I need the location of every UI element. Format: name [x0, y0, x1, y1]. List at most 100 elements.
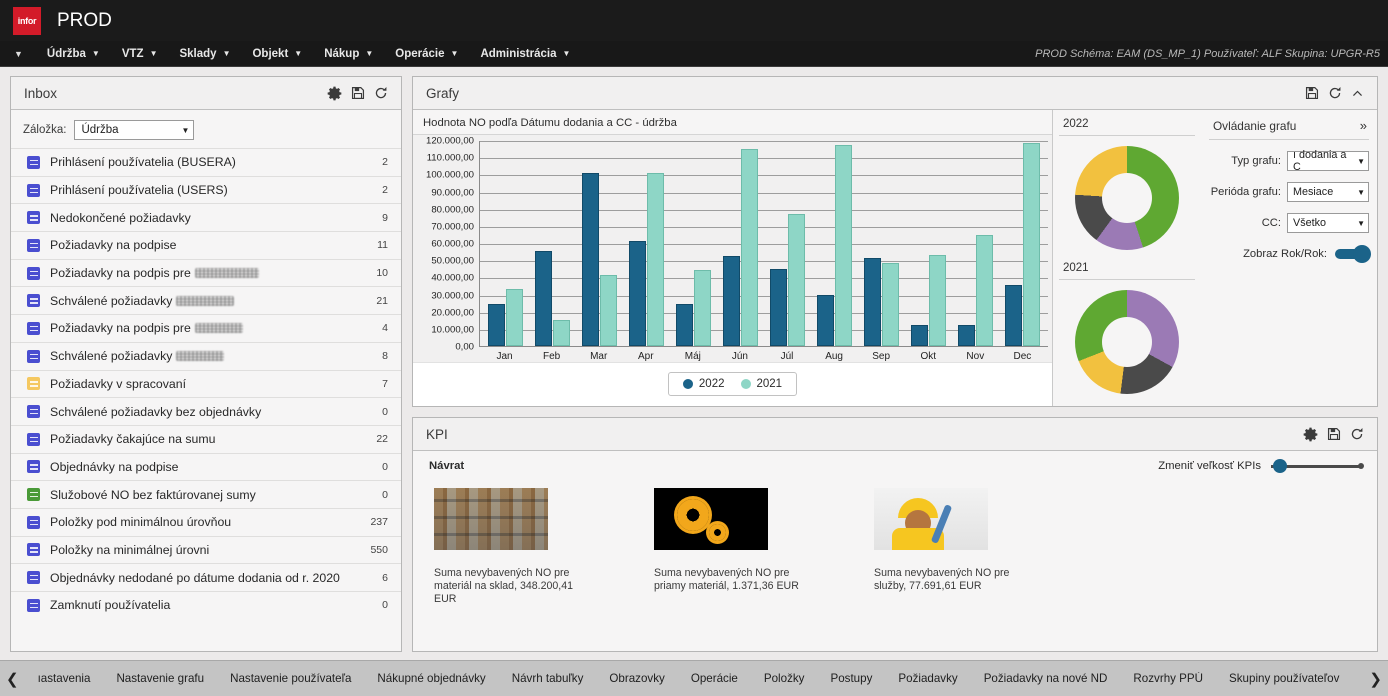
bar-2022-Nov[interactable]	[958, 325, 975, 346]
collapse-icon[interactable]	[1351, 87, 1364, 100]
taskbar-item[interactable]: Požiadavky na nové ND	[971, 672, 1121, 685]
taskbar-scroll-right-icon[interactable]: ❯	[1363, 670, 1388, 688]
kpi-tile[interactable]: Suma nevybavených NO pre priamy materiál…	[654, 488, 809, 606]
bar-2021-Sep[interactable]	[882, 263, 899, 346]
bar-2022-Feb[interactable]	[535, 251, 552, 346]
gear-icon[interactable]	[327, 86, 342, 101]
menu-item-nakup[interactable]: Nákup▼	[313, 41, 384, 66]
refresh-icon[interactable]	[374, 86, 388, 100]
taskbar-item[interactable]: Návrh tabuľky	[499, 672, 597, 685]
gear-icon[interactable]	[1303, 427, 1318, 442]
bar-2021-Apr[interactable]	[647, 173, 664, 346]
expand-right-icon[interactable]: »	[1360, 118, 1367, 133]
x-axis-tick-label: Júl	[763, 347, 810, 362]
bar-2021-Aug[interactable]	[835, 145, 852, 346]
chart-period-select[interactable]: Mesiace ▼	[1287, 182, 1369, 202]
inbox-row[interactable]: Schválené požiadavky bez objednávky0	[11, 397, 401, 425]
taskbar-item[interactable]: Požiadavky	[885, 672, 970, 685]
chart-legend: 2022 2021	[668, 372, 797, 396]
kpi-tile[interactable]: Suma nevybavených NO pre služby, 77.691,…	[874, 488, 1029, 606]
inbox-row[interactable]: Požiadavky v spracovaní7	[11, 370, 401, 398]
inbox-row[interactable]: Nedokončené požiadavky9	[11, 203, 401, 231]
inbox-row[interactable]: Schválené požiadavky8	[11, 342, 401, 370]
bar-2021-Júl[interactable]	[788, 214, 805, 346]
inbox-row-label: Požiadavky na podpise	[50, 238, 176, 252]
inbox-row[interactable]: Položky na minimálnej úrovni550	[11, 536, 401, 564]
bar-2021-Nov[interactable]	[976, 235, 993, 346]
bar-2022-Dec[interactable]	[1005, 285, 1022, 346]
bar-2021-Okt[interactable]	[929, 255, 946, 346]
bar-2022-Júl[interactable]	[770, 269, 787, 346]
kpi-navrat-link[interactable]: Návrat	[429, 460, 464, 472]
inbox-row[interactable]: Prihlásení používatelia (USERS)2	[11, 176, 401, 204]
gear-large-icon	[677, 499, 709, 531]
bar-2021-Jan[interactable]	[506, 289, 523, 346]
inbox-row[interactable]: Požiadavky na podpis pre4	[11, 314, 401, 342]
x-axis-tick-label: Máj	[669, 347, 716, 362]
refresh-icon[interactable]	[1350, 427, 1364, 441]
inbox-row[interactable]: Prihlásení používatelia (BUSERA)2	[11, 148, 401, 176]
bar-2022-Máj[interactable]	[676, 304, 693, 346]
bar-2022-Sep[interactable]	[864, 258, 881, 346]
taskbar-item[interactable]: Systémové kódy	[1352, 672, 1363, 685]
taskbar-item[interactable]: Obrazovky	[596, 672, 677, 685]
menu-item-objekt[interactable]: Objekt▼	[241, 41, 313, 66]
donut-chart-2022[interactable]	[1075, 146, 1179, 250]
taskbar-item[interactable]: Skupiny používateľov	[1216, 672, 1352, 685]
bar-2022-Apr[interactable]	[629, 241, 646, 346]
inbox-row[interactable]: Požiadavky na podpis pre10	[11, 259, 401, 287]
menu-item-label: Operácie	[395, 48, 444, 60]
bar-2022-Mar[interactable]	[582, 173, 599, 346]
taskbar-item[interactable]: Nastavenie používateľa	[217, 672, 364, 685]
y-axis-tick-label: 10.000,00	[431, 324, 474, 335]
inbox-row-count: 237	[370, 516, 388, 528]
taskbar-item[interactable]: Operácie	[678, 672, 751, 685]
taskbar-item[interactable]: Postupy	[817, 672, 885, 685]
inbox-filter-select[interactable]: Údržba ▼	[74, 120, 194, 140]
inbox-row[interactable]: Objednávky na podpise0	[11, 453, 401, 481]
inbox-row[interactable]: Zamknutí používatelia0	[11, 591, 401, 619]
save-icon[interactable]	[1305, 86, 1319, 100]
slider-knob[interactable]	[1273, 459, 1287, 473]
inbox-row[interactable]: Položky pod minimálnou úrovňou237	[11, 508, 401, 536]
taskbar-scroll-left-icon[interactable]: ❮	[0, 670, 25, 688]
bar-2021-Feb[interactable]	[553, 320, 570, 346]
chart-type-select[interactable]: ı dodania a C ▼	[1287, 151, 1369, 171]
taskbar-item[interactable]: Nastavenie grafu	[103, 672, 217, 685]
taskbar-item[interactable]: Rozvrhy PPÚ	[1120, 672, 1216, 685]
taskbar-item[interactable]: Položky	[751, 672, 818, 685]
save-icon[interactable]	[1327, 427, 1341, 441]
bar-2022-Jan[interactable]	[488, 304, 505, 346]
menu-item-udrzba[interactable]: Údržba▼	[36, 41, 111, 66]
year-over-year-toggle[interactable]	[1335, 249, 1369, 259]
kpi-tile[interactable]: Suma nevybavených NO pre materiál na skl…	[434, 488, 589, 606]
redacted-text	[195, 268, 259, 278]
menu-item-administracia[interactable]: Administrácia▼	[469, 41, 581, 66]
legend-item[interactable]: 2021	[741, 378, 783, 390]
donut-chart-2021[interactable]	[1075, 290, 1179, 394]
inbox-row[interactable]: Služobové NO bez faktúrovanej sumy0	[11, 480, 401, 508]
bar-2022-Okt[interactable]	[911, 325, 928, 346]
bar-2021-Jún[interactable]	[741, 149, 758, 346]
taskbar-item[interactable]: ıastavenia	[25, 672, 104, 685]
menu-item-vtz[interactable]: VTZ▼	[111, 41, 169, 66]
kpi-size-slider[interactable]	[1271, 465, 1361, 468]
inbox-row[interactable]: Schválené požiadavky21	[11, 286, 401, 314]
bar-2021-Mar[interactable]	[600, 275, 617, 346]
bar-2022-Jún[interactable]	[723, 256, 740, 346]
save-icon[interactable]	[351, 86, 365, 100]
bar-series-group	[480, 141, 1048, 346]
menu-home-caret-icon[interactable]: ▼	[0, 49, 36, 59]
chart-cc-select[interactable]: Všetko ▼	[1287, 213, 1369, 233]
menu-item-operacie[interactable]: Operácie▼	[384, 41, 469, 66]
bar-2021-Dec[interactable]	[1023, 143, 1040, 346]
inbox-row[interactable]: Objednávky nedodané po dátume dodania od…	[11, 563, 401, 591]
menu-item-sklady[interactable]: Sklady▼	[168, 41, 241, 66]
bar-2021-Máj[interactable]	[694, 270, 711, 346]
legend-item[interactable]: 2022	[683, 378, 725, 390]
refresh-icon[interactable]	[1328, 86, 1342, 100]
taskbar-item[interactable]: Nákupné objednávky	[364, 672, 498, 685]
inbox-row[interactable]: Požiadavky čakajúce na sumu22	[11, 425, 401, 453]
inbox-row[interactable]: Požiadavky na podpise11	[11, 231, 401, 259]
bar-2022-Aug[interactable]	[817, 295, 834, 346]
